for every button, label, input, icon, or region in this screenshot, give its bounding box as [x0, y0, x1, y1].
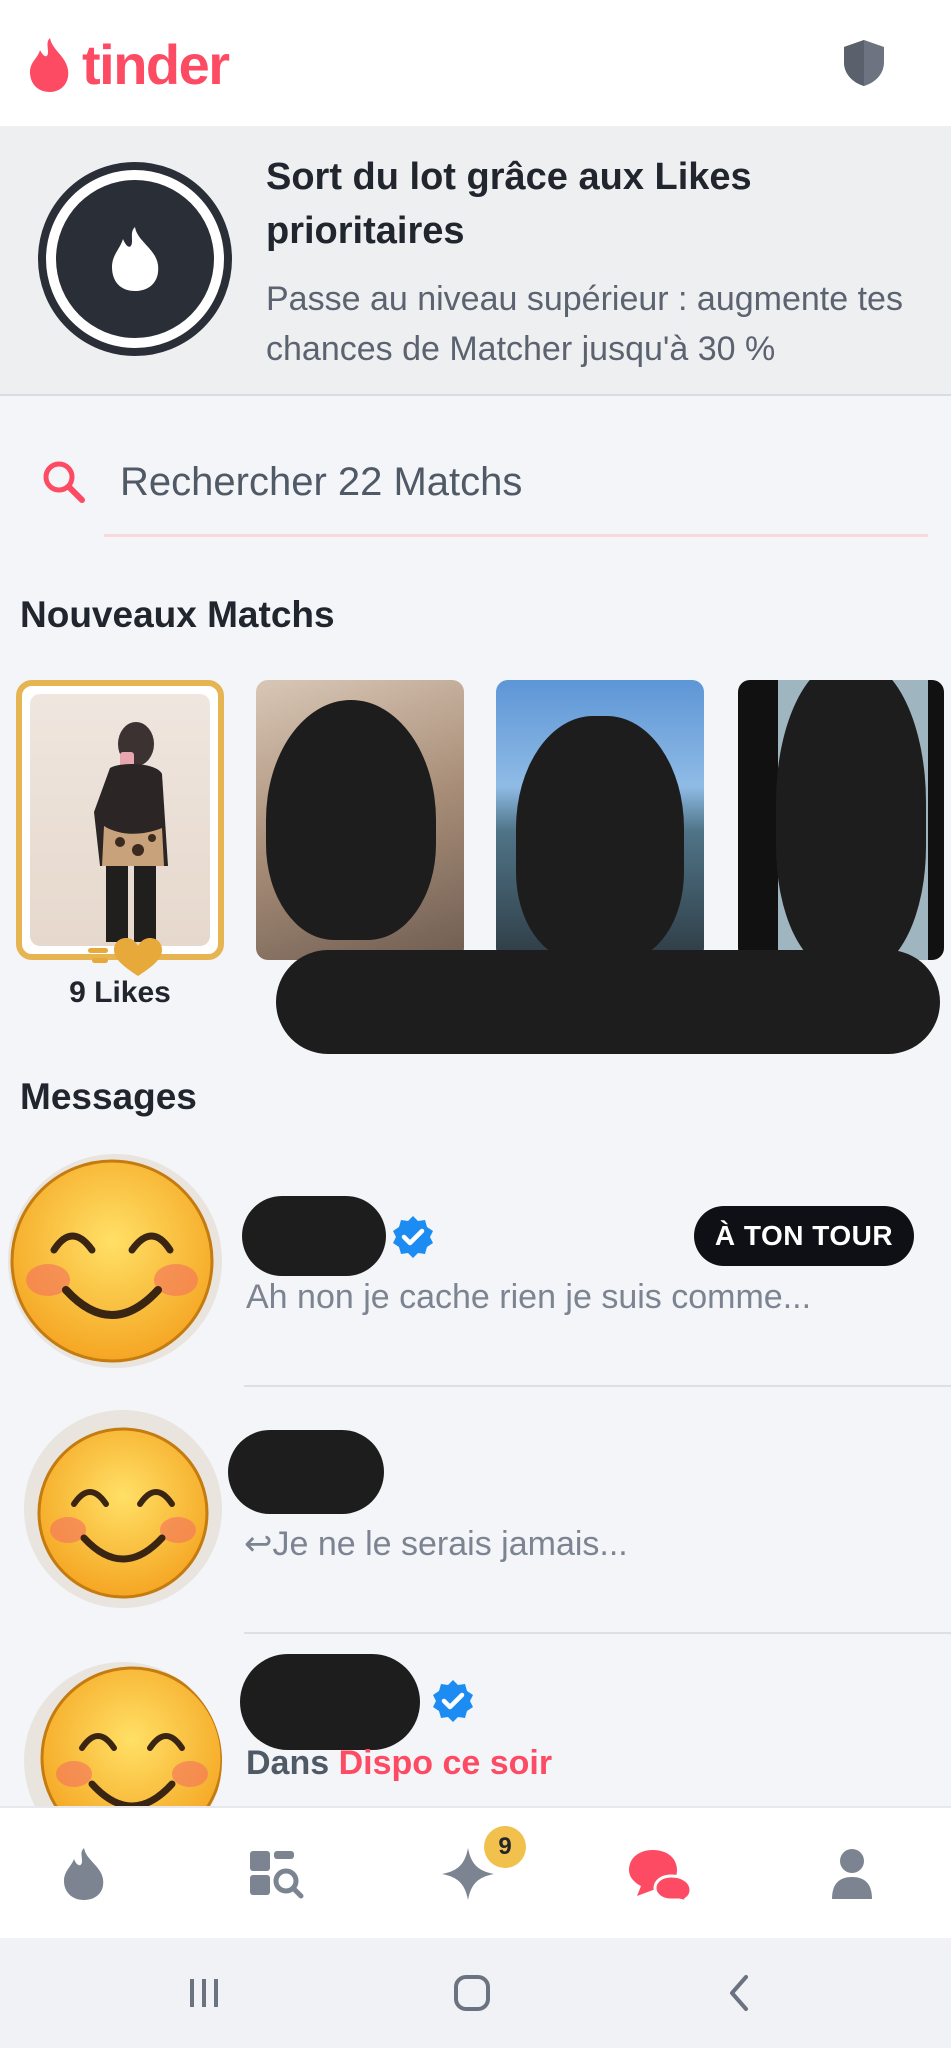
- back-icon: [730, 1975, 748, 2011]
- preview-highlight: Dispo ce soir: [338, 1744, 553, 1782]
- nav-profile[interactable]: [792, 1808, 912, 1940]
- recent-apps-button[interactable]: [154, 1938, 254, 2048]
- message-item[interactable]: ↩Je ne le serais jamais...: [0, 1386, 951, 1632]
- nav-swipe[interactable]: [24, 1808, 144, 1940]
- message-preview: Dans Dispo ce soir: [246, 1744, 552, 1783]
- nav-messages[interactable]: [600, 1808, 720, 1940]
- verified-badge-icon: [433, 1680, 473, 1722]
- avatar: [8, 1154, 222, 1368]
- avatar: [24, 1662, 222, 1806]
- messages-title: Messages: [20, 1076, 197, 1117]
- redacted-face: [776, 680, 926, 960]
- promo-title: Sort du lot grâce aux Likes prioritaires: [266, 156, 752, 252]
- search-bar[interactable]: Rechercher 22 Matchs: [0, 396, 951, 576]
- profile-icon: [832, 1849, 872, 1899]
- back-button[interactable]: [690, 1938, 790, 2048]
- redacted-face: [516, 716, 684, 960]
- search-input[interactable]: Rechercher 22 Matchs: [120, 460, 522, 505]
- flame-icon: [64, 1848, 104, 1900]
- search-underline: [104, 534, 928, 537]
- likes-card[interactable]: [16, 680, 224, 960]
- shield-icon[interactable]: [842, 38, 886, 88]
- avatar: [24, 1410, 222, 1608]
- recent-apps-icon: [190, 1979, 218, 2007]
- messages-icon: [629, 1850, 693, 1902]
- redacted-names: [276, 950, 940, 1054]
- redacted-name: [242, 1196, 386, 1276]
- search-icon: [43, 461, 85, 503]
- bottom-navigation: [0, 1806, 951, 1938]
- nav-explore[interactable]: [216, 1808, 336, 1940]
- redacted-name: [228, 1430, 384, 1514]
- redacted-name: [240, 1654, 420, 1750]
- smiling-emoji-icon: [40, 1666, 222, 1806]
- promo-subtitle: Passe au niveau supérieur : augmente tes…: [266, 280, 903, 368]
- likes-count-label: 9 Likes: [69, 976, 171, 1009]
- message-preview: ↩Je ne le serais jamais...: [244, 1525, 628, 1563]
- home-icon: [454, 1975, 490, 2011]
- preview-prefix: Dans: [246, 1744, 339, 1782]
- explore-icon: [250, 1851, 304, 1899]
- redacted-face: [266, 700, 436, 940]
- home-button[interactable]: [422, 1938, 522, 2048]
- match-card[interactable]: [738, 680, 944, 960]
- system-navigation: [0, 1938, 951, 2048]
- tinder-logo[interactable]: tinder: [26, 30, 230, 100]
- your-turn-badge: À TON TOUR: [694, 1206, 914, 1266]
- message-preview: Ah non je cache rien je suis comme...: [246, 1278, 812, 1316]
- smiling-emoji-icon: [37, 1427, 209, 1599]
- flame-logo-icon: [30, 38, 69, 92]
- verified-badge-icon: [393, 1216, 433, 1258]
- likes-badge: 9: [484, 1826, 526, 1868]
- priority-likes-banner[interactable]: Sort du lot grâce aux Likes prioritaires…: [0, 126, 951, 396]
- person-silhouette: [94, 722, 168, 942]
- new-matches-title: Nouveaux Matchs: [20, 594, 335, 635]
- likes-photo: [30, 694, 210, 946]
- flame-icon: [112, 227, 159, 291]
- logo-text: tinder: [82, 33, 230, 96]
- smiling-emoji-icon: [10, 1159, 214, 1363]
- match-card[interactable]: [496, 680, 704, 960]
- top-bar: tinder: [0, 0, 951, 126]
- match-card[interactable]: [256, 680, 464, 960]
- priority-likes-badge: [38, 162, 232, 356]
- message-item[interactable]: Dans Dispo ce soir: [0, 1634, 951, 1806]
- gold-heart-icon: [88, 938, 162, 976]
